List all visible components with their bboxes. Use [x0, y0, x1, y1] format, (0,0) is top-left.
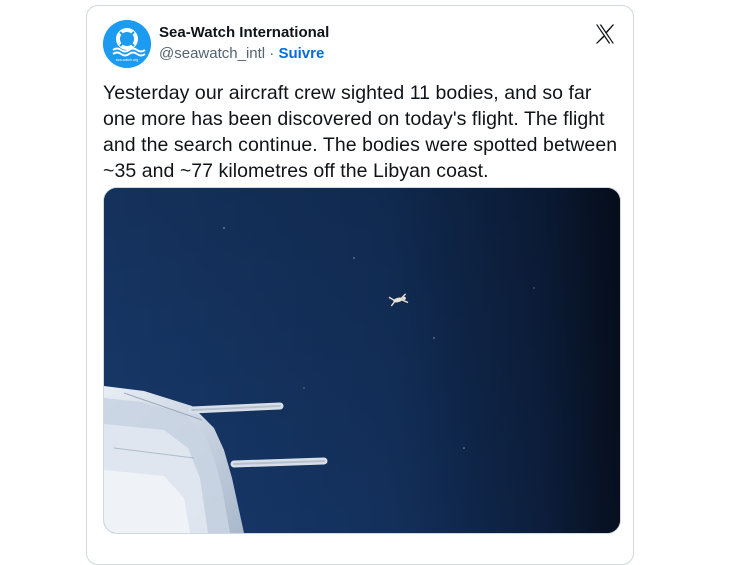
avatar[interactable]: sea-watch.org	[103, 20, 151, 68]
avatar-text: sea-watch.org	[116, 58, 139, 62]
display-name[interactable]: Sea-Watch International	[159, 23, 329, 43]
x-logo-icon[interactable]	[593, 22, 617, 46]
tweet-card[interactable]: sea-watch.org Sea-Watch International @s…	[86, 5, 634, 565]
aerial-sea-image	[104, 188, 620, 533]
handle-row: @seawatch_intl · Suivre	[159, 44, 329, 64]
follow-link[interactable]: Suivre	[278, 45, 324, 62]
separator-dot: ·	[265, 45, 279, 62]
lifebuoy-wave-icon: sea-watch.org	[103, 20, 151, 68]
account-handle[interactable]: @seawatch_intl	[159, 45, 265, 62]
tweet-header: sea-watch.org Sea-Watch International @s…	[103, 20, 617, 68]
tweet-photo[interactable]	[103, 187, 621, 534]
tweet-text: Yesterday our aircraft crew sighted 11 b…	[103, 82, 618, 182]
account-names: Sea-Watch International @seawatch_intl ·…	[159, 23, 329, 64]
